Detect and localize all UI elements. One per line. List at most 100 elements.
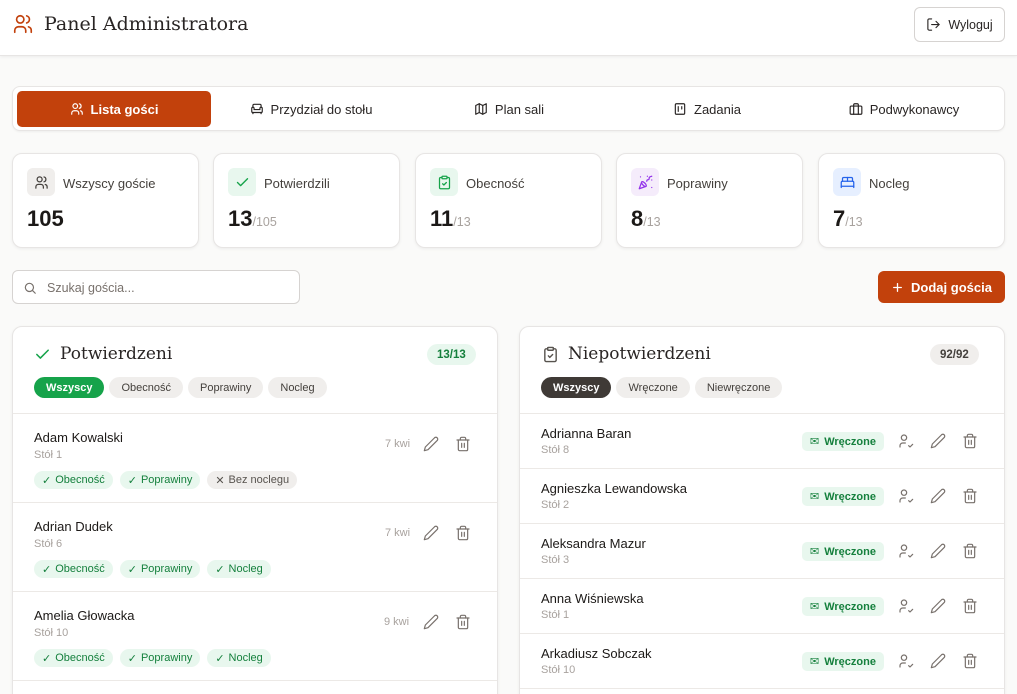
trash-icon[interactable] — [455, 436, 471, 452]
tab-label: Zadania — [694, 101, 741, 117]
stat-icon-box — [430, 168, 458, 196]
logout-button[interactable]: Wyloguj — [914, 7, 1005, 42]
check-icon: ✓ — [215, 563, 225, 576]
page-title: Panel Administratora — [44, 13, 249, 35]
tag-group: ✓ Obecność ✓ Poprawiny ✓ Nocleg — [34, 560, 271, 578]
stat-label: Potwierdzili — [264, 176, 330, 191]
filter-all[interactable]: Wszyscy — [541, 377, 612, 398]
app-header: Panel Administratora Wyloguj — [0, 0, 1017, 56]
check-icon — [36, 349, 49, 359]
list-item[interactable]: Aleksandra Mazur Stół 3 ✉ Wręczone — [520, 524, 1004, 579]
pencil-icon[interactable] — [930, 543, 946, 559]
guest-name: Amelia Głowacka — [34, 608, 135, 623]
list-item[interactable]: Agnieszka Lewandowska Stół 2 ✉ Wręczone — [520, 469, 1004, 524]
users-icon — [13, 14, 33, 34]
filter-after-party[interactable]: Poprawiny — [188, 377, 264, 398]
guest-table: Stół 1 — [34, 449, 63, 461]
list-item[interactable]: Adam Kowalski Stół 1 7 kwi ✓ Obecność ✓ Po… — [13, 414, 497, 503]
pencil-icon[interactable] — [930, 488, 946, 504]
guest-table: Stół 1 — [541, 609, 570, 621]
user-check-icon[interactable] — [898, 653, 914, 669]
tab-floor-plan[interactable]: Plan sali — [411, 91, 607, 127]
tab-guest-list[interactable]: Lista gości — [17, 91, 211, 127]
guest-table: Stół 10 — [34, 627, 69, 639]
pencil-icon[interactable] — [930, 598, 946, 614]
trash-icon[interactable] — [962, 653, 978, 669]
list-item[interactable]: Amelia Głowacka Stół 10 9 kwi ✓ Obecność … — [13, 592, 497, 681]
stat-label: Poprawiny — [667, 176, 728, 191]
pencil-icon[interactable] — [930, 653, 946, 669]
status-badge: ✉ Wręczone — [802, 597, 884, 616]
filter-handed[interactable]: Wręczone — [616, 377, 690, 398]
filter-attendance[interactable]: Obecność — [109, 377, 184, 398]
list-item[interactable]: Adrianna Baran Stół 8 ✉ Wręczone — [520, 414, 1004, 469]
guest-name: Adam Kowalski — [34, 430, 123, 445]
add-guest-label: Dodaj gościa — [911, 279, 992, 295]
guest-date: 9 kwi — [384, 616, 410, 628]
logout-label: Wyloguj — [948, 17, 993, 32]
trash-icon[interactable] — [455, 525, 471, 541]
trash-icon[interactable] — [455, 614, 471, 630]
tab-table-assignment[interactable]: Przydział do stołu — [213, 91, 409, 127]
tab-bar: Lista gości Przydział do stołu Plan sali… — [12, 86, 1005, 131]
tab-subcontractors[interactable]: Podwykonawcy — [807, 91, 1001, 127]
check-icon — [236, 177, 248, 186]
clipboard-icon — [674, 103, 686, 115]
bed-icon — [840, 176, 854, 188]
guest-name: Arkadiusz Sobczak — [541, 646, 652, 661]
tag-no-accommodation: ✕ Bez noclegu — [207, 471, 298, 489]
stat-card-confirmed: Potwierdzili 13/105 — [213, 153, 400, 248]
users-icon — [70, 103, 83, 115]
search-input[interactable] — [47, 277, 287, 299]
tag-attendance: ✓ Obecność — [34, 649, 113, 667]
filter-group: Wszyscy Obecność Poprawiny Nocleg — [34, 377, 327, 398]
trash-icon[interactable] — [962, 598, 978, 614]
list-item[interactable]: Arkadiusz Sobczak Stół 10 ✉ Wręczone — [520, 634, 1004, 689]
trash-icon[interactable] — [962, 488, 978, 504]
user-check-icon[interactable] — [898, 488, 914, 504]
pencil-icon[interactable] — [423, 525, 439, 541]
stat-icon-box — [631, 168, 659, 196]
plus-icon — [893, 282, 902, 292]
tag-accommodation: ✓ Nocleg — [207, 560, 271, 578]
map-icon — [475, 103, 487, 115]
user-check-icon[interactable] — [898, 598, 914, 614]
pencil-icon[interactable] — [423, 614, 439, 630]
add-guest-button[interactable]: Dodaj gościa — [878, 271, 1005, 303]
filter-accommodation[interactable]: Nocleg — [268, 377, 327, 398]
check-icon: ✓ — [42, 652, 52, 665]
stat-card-after-party: Poprawiny 8/13 — [616, 153, 803, 248]
stat-value: 8/13 — [631, 206, 661, 231]
trash-icon[interactable] — [962, 543, 978, 559]
mail-open-icon: ✉ — [810, 491, 820, 503]
filter-not-handed[interactable]: Niewręczone — [694, 377, 783, 398]
tab-tasks[interactable]: Zadania — [609, 91, 805, 127]
guest-name: Aleksandra Mazur — [541, 536, 646, 551]
users-icon — [34, 175, 48, 189]
user-check-icon[interactable] — [898, 543, 914, 559]
filter-all[interactable]: Wszyscy — [34, 377, 105, 398]
panel-title: Niepotwierdzeni — [568, 344, 711, 364]
stat-icon-box — [833, 168, 861, 196]
tag-group: ✓ Obecność ✓ Poprawiny ✓ Nocleg — [34, 649, 271, 667]
tag-after-party: ✓ Poprawiny — [119, 560, 201, 578]
user-check-icon[interactable] — [898, 433, 914, 449]
mail-open-icon: ✉ — [810, 601, 820, 613]
list-item[interactable]: Anna Wiśniewska Stół 1 ✉ Wręczone — [520, 579, 1004, 634]
guest-table: Stół 3 — [541, 554, 570, 566]
logout-icon — [927, 18, 940, 31]
search-box — [12, 270, 300, 304]
stat-label: Obecność — [466, 176, 525, 191]
check-icon: ✓ — [127, 474, 137, 487]
guest-name: Adrian Dudek — [34, 519, 113, 534]
briefcase-icon — [849, 103, 863, 115]
trash-icon[interactable] — [962, 433, 978, 449]
check-icon: ✓ — [42, 563, 52, 576]
pencil-icon[interactable] — [423, 436, 439, 452]
tab-label: Przydział do stołu — [270, 101, 373, 117]
check-icon: ✓ — [127, 652, 137, 665]
stat-value: 105 — [27, 206, 64, 231]
pencil-icon[interactable] — [930, 433, 946, 449]
stat-value: 13/105 — [228, 206, 277, 231]
list-item[interactable]: Adrian Dudek Stół 6 7 kwi ✓ Obecność ✓ Pop… — [13, 503, 497, 592]
